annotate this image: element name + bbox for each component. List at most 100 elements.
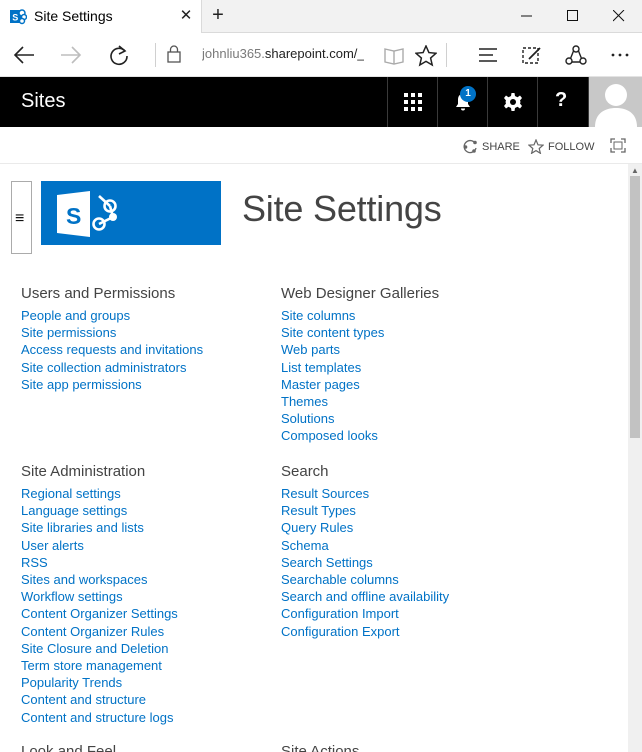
settings-link[interactable]: Site collection administrators — [21, 360, 186, 375]
settings-link[interactable]: Access requests and invitations — [21, 342, 203, 357]
settings-link-item: Language settings — [21, 502, 178, 519]
new-tab-button[interactable]: + — [207, 5, 229, 27]
page-scrollbar[interactable]: ▲ — [628, 164, 642, 752]
follow-action[interactable]: FOLLOW — [528, 139, 594, 154]
section-users-and-permissions: Users and Permissions People and groups S… — [21, 285, 203, 393]
settings-link[interactable]: Web parts — [281, 342, 340, 357]
notifications-button[interactable]: 1 — [437, 77, 487, 127]
settings-link-item: Site Closure and Deletion — [21, 640, 178, 657]
settings-link-list: Site columns Site content types Web parts L… — [281, 307, 439, 445]
settings-link[interactable]: Content Organizer Rules — [21, 624, 164, 639]
settings-link-item: List templates — [281, 359, 439, 376]
settings-link[interactable]: Term store management — [21, 658, 162, 673]
settings-link[interactable]: User alerts — [21, 538, 84, 553]
settings-link-list: Result Sources Result Types Query Rules Sch… — [281, 485, 449, 640]
help-button[interactable]: ? — [537, 77, 587, 127]
close-window-button[interactable] — [596, 0, 642, 32]
settings-link[interactable]: Sites and workspaces — [21, 572, 147, 587]
settings-link[interactable]: Language settings — [21, 503, 127, 518]
settings-link[interactable]: Schema — [281, 538, 329, 553]
settings-link-item: Site content types — [281, 324, 439, 341]
settings-link[interactable]: Site columns — [281, 308, 355, 323]
svg-text:S: S — [12, 13, 18, 23]
settings-link[interactable]: Site libraries and lists — [21, 520, 144, 535]
settings-link-item: Site permissions — [21, 324, 203, 341]
lock-icon — [167, 45, 181, 63]
settings-link-item: Access requests and invitations — [21, 341, 203, 358]
settings-link[interactable]: Content Organizer Settings — [21, 606, 178, 621]
section-search: Search Result Sources Result Types Query R… — [281, 463, 449, 640]
settings-link[interactable]: Regional settings — [21, 486, 121, 501]
settings-link[interactable]: Site app permissions — [21, 377, 142, 392]
url-host: sharepoint.com/_ — [264, 46, 364, 61]
settings-link[interactable]: RSS — [21, 555, 48, 570]
settings-link[interactable]: Composed looks — [281, 428, 378, 443]
settings-link[interactable]: Workflow settings — [21, 589, 123, 604]
back-button[interactable] — [8, 41, 38, 69]
section-site-actions: Site Actions — [281, 743, 359, 752]
settings-link[interactable]: Site content types — [281, 325, 384, 340]
settings-link-item: Result Sources — [281, 485, 449, 502]
settings-link[interactable]: Configuration Import — [281, 606, 399, 621]
scroll-thumb[interactable] — [630, 176, 640, 438]
settings-link[interactable]: Site Closure and Deletion — [21, 641, 168, 656]
section-site-administration: Site Administration Regional settings Lan… — [21, 463, 178, 726]
settings-link-item: Sites and workspaces — [21, 571, 178, 588]
settings-link[interactable]: Search Settings — [281, 555, 373, 570]
settings-link[interactable]: Query Rules — [281, 520, 353, 535]
favorite-button[interactable] — [410, 41, 440, 69]
settings-link[interactable]: Result Sources — [281, 486, 369, 501]
sharepoint-favicon-icon: S — [10, 9, 27, 25]
hub-button[interactable] — [472, 41, 502, 69]
sharepoint-logo[interactable]: S — [41, 181, 221, 245]
quick-launch-toggle-button[interactable]: ≡ — [11, 181, 32, 254]
maximize-icon — [567, 10, 578, 21]
share-button[interactable] — [560, 41, 590, 69]
settings-link[interactable]: Content and structure — [21, 692, 146, 707]
web-note-button[interactable] — [516, 41, 546, 69]
settings-link-item: Site columns — [281, 307, 439, 324]
person-silhouette-icon — [595, 84, 637, 127]
minimize-window-button[interactable] — [504, 0, 550, 32]
settings-link-item: Search and offline availability — [281, 588, 449, 605]
reading-view-button[interactable] — [378, 41, 408, 69]
settings-link[interactable]: Popularity Trends — [21, 675, 122, 690]
maximize-window-button[interactable] — [550, 0, 596, 32]
settings-link-list: Regional settings Language settings Site l… — [21, 485, 178, 726]
settings-link[interactable]: Configuration Export — [281, 624, 400, 639]
forward-button[interactable] — [55, 41, 85, 69]
settings-link-item: Composed looks — [281, 427, 439, 444]
tab-close-icon[interactable]: ✕ — [176, 5, 196, 27]
share-action[interactable]: SHARE — [463, 139, 520, 154]
settings-link[interactable]: Search and offline availability — [281, 589, 449, 604]
section-heading: Users and Permissions — [21, 285, 176, 302]
refresh-button[interactable] — [103, 41, 133, 69]
suite-bar-title[interactable]: Sites — [21, 90, 65, 113]
browser-navigation-bar: johnliu365.sharepoint.com/_ — [0, 33, 642, 77]
settings-button[interactable] — [487, 77, 537, 127]
settings-link[interactable]: List templates — [281, 360, 361, 375]
settings-link[interactable]: Themes — [281, 394, 328, 409]
settings-link[interactable]: Result Types — [281, 503, 356, 518]
settings-link[interactable]: People and groups — [21, 308, 130, 323]
focus-on-content-icon[interactable] — [610, 138, 626, 153]
browser-tab[interactable]: S Site Settings ✕ — [0, 0, 202, 33]
settings-link[interactable]: Searchable columns — [281, 572, 399, 587]
settings-link-item: People and groups — [21, 307, 203, 324]
address-bar-url[interactable]: johnliu365.sharepoint.com/_ — [202, 46, 364, 61]
section-web-designer-galleries: Web Designer Galleries Site columns Site … — [281, 285, 439, 445]
scroll-up-arrow-icon[interactable]: ▲ — [631, 166, 639, 175]
settings-link[interactable]: Site permissions — [21, 325, 116, 340]
section-heading: Site Actions — [281, 743, 360, 752]
settings-link-item: Content and structure logs — [21, 709, 178, 726]
user-avatar[interactable] — [588, 77, 642, 127]
settings-link[interactable]: Solutions — [281, 411, 334, 426]
settings-link[interactable]: Content and structure logs — [21, 710, 173, 725]
settings-link-item: Content and structure — [21, 691, 178, 708]
settings-link[interactable]: Master pages — [281, 377, 360, 392]
section-heading: Look and Feel — [21, 743, 117, 752]
settings-link-item: Schema — [281, 537, 449, 554]
more-options-button[interactable] — [604, 41, 634, 69]
menu-icon: ≡ — [15, 210, 25, 227]
app-launcher-button[interactable] — [387, 77, 437, 127]
